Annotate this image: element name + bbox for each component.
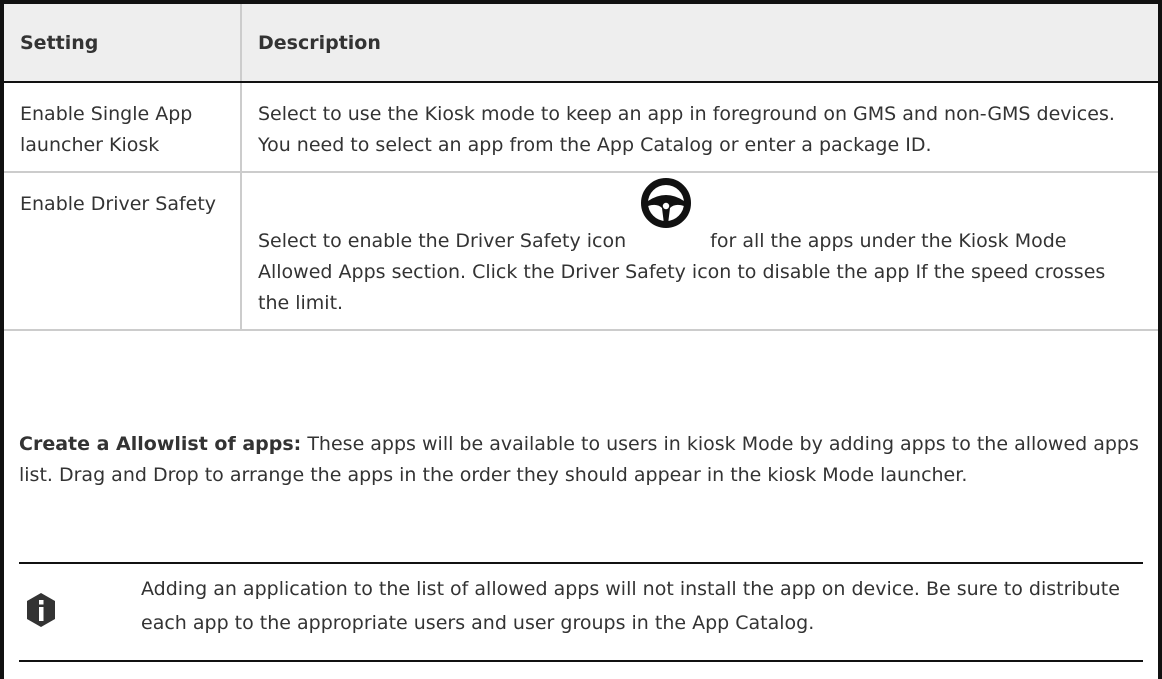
setting-name: Enable Single App launcher Kiosk <box>4 82 242 173</box>
document-page: Setting Description Enable Single App la… <box>0 0 1162 679</box>
info-icon <box>24 592 58 632</box>
setting-name: Enable Driver Safety <box>4 172 242 331</box>
header-description: Description <box>241 4 1158 83</box>
note-box: Adding an application to the list of all… <box>19 562 1143 662</box>
allowlist-lead: Create a Allowlist of apps: <box>19 433 302 455</box>
table-row: Enable Driver Safety Select to enable th… <box>4 172 1158 331</box>
steering-wheel-icon <box>626 178 710 257</box>
table-row: Enable Single App launcher Kiosk Select … <box>4 82 1158 173</box>
allowlist-paragraph: Create a Allowlist of apps: These apps w… <box>19 429 1139 491</box>
settings-table: Setting Description Enable Single App la… <box>4 4 1158 331</box>
page-frame-right <box>1158 0 1162 679</box>
setting-description: Select to enable the Driver Safety icon … <box>241 172 1158 331</box>
note-text: Adding an application to the list of all… <box>141 578 1120 634</box>
description-text-before-icon: Select to enable the Driver Safety icon <box>258 230 627 252</box>
header-setting: Setting <box>4 4 242 83</box>
table-header-row: Setting Description <box>4 4 1158 83</box>
setting-description: Select to use the Kiosk mode to keep an … <box>241 82 1158 173</box>
